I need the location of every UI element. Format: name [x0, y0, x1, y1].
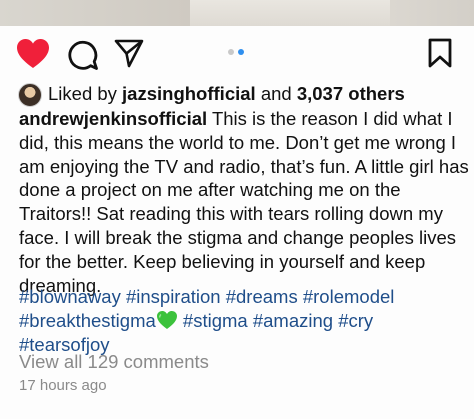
- carousel-indicator: [222, 45, 252, 57]
- bookmark-icon[interactable]: [427, 38, 453, 68]
- caption-line: for the better. Keep believing in yourse…: [19, 250, 426, 272]
- hashtag-block: #blownaway #inspiration #dreams #rolemod…: [19, 285, 467, 356]
- carousel-dot-1: [228, 49, 234, 55]
- caption-line: face. I will break the stigma and change…: [19, 226, 457, 248]
- caption-line: did, this means the world to me. Don’t g…: [19, 131, 457, 153]
- caption-line-1: andrewjenkinsofficial This is the reason…: [19, 107, 467, 131]
- liked-by-row[interactable]: Liked by jazsinghofficial and 3,037 othe…: [18, 82, 468, 107]
- likes-count[interactable]: 3,037 others: [297, 83, 405, 104]
- comment-bubble-icon[interactable]: [67, 39, 99, 71]
- post-action-bar: [0, 32, 474, 72]
- hashtag-link[interactable]: #blownaway: [19, 286, 121, 307]
- post-image-detail: [190, 0, 390, 26]
- liked-by-connector: and: [260, 83, 292, 104]
- hashtag-link[interactable]: #inspiration: [126, 286, 221, 307]
- hashtag-link[interactable]: #dreams: [226, 286, 298, 307]
- post-timestamp: 17 hours ago: [19, 377, 107, 394]
- paper-plane-icon[interactable]: [114, 38, 144, 68]
- heart-filled-icon[interactable]: [16, 38, 50, 70]
- post-caption: andrewjenkinsofficial This is the reason…: [19, 107, 469, 297]
- caption-line: done a project on me after watching me o…: [19, 179, 401, 201]
- liked-by-text: Liked by jazsinghofficial and 3,037 othe…: [48, 83, 405, 105]
- caption-text: This is the reason I did what I: [207, 108, 453, 129]
- liker-avatar[interactable]: [18, 83, 42, 107]
- caption-author[interactable]: andrewjenkinsofficial: [19, 108, 207, 129]
- carousel-dot-2-active: [238, 49, 244, 55]
- hashtag-line-1: #blownaway #inspiration #dreams #rolemod…: [19, 285, 467, 309]
- caption-line: am enjoying the TV and radio, that’s fun…: [19, 155, 469, 177]
- hashtag-link[interactable]: #rolemodel: [303, 286, 395, 307]
- caption-line: Traitors!! Sat reading this with tears r…: [19, 203, 443, 225]
- hashtag-link[interactable]: #stigma: [183, 310, 248, 331]
- hashtag-link[interactable]: #amazing: [253, 310, 333, 331]
- green-heart-emoji-icon: [156, 310, 177, 329]
- hashtag-line-2: #breakthestigma #stigma #amazing #cry: [19, 309, 467, 333]
- liked-by-prefix: Liked by: [48, 83, 117, 104]
- view-all-comments-link[interactable]: View all 129 comments: [19, 351, 209, 373]
- post-image-bottom-edge[interactable]: [0, 0, 474, 26]
- liker-username[interactable]: jazsinghofficial: [122, 83, 256, 104]
- hashtag-link[interactable]: #cry: [338, 310, 373, 331]
- hashtag-link[interactable]: #breakthestigma: [19, 310, 156, 331]
